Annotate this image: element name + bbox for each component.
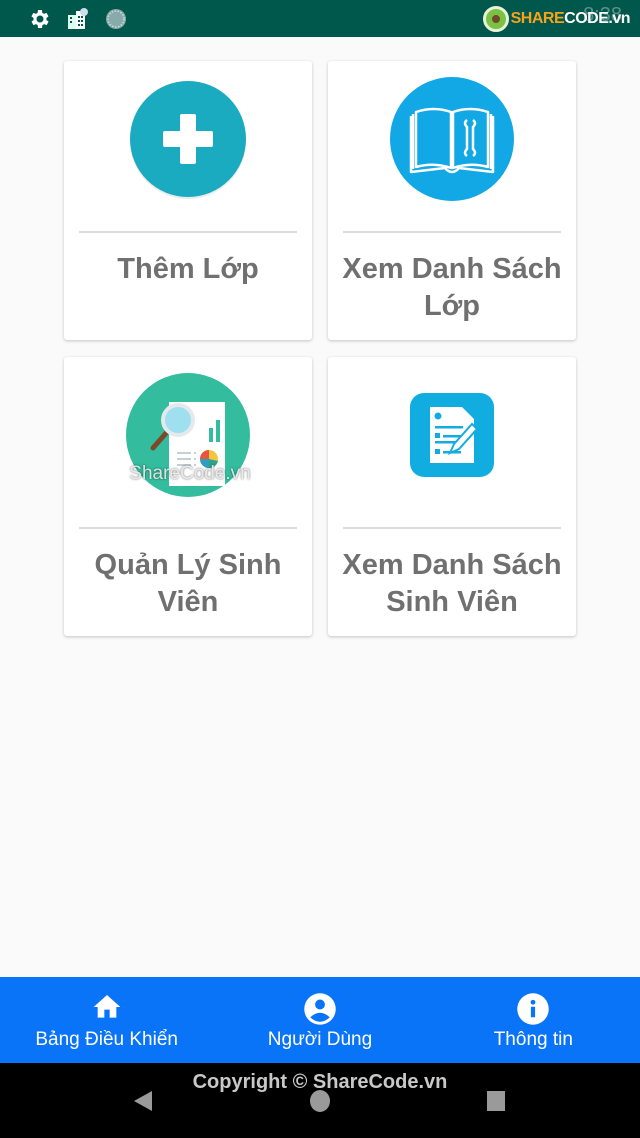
account-circle-icon — [304, 993, 336, 1025]
manage-students-card[interactable]: Quản Lý Sinh Viên — [64, 357, 312, 636]
card-divider — [79, 527, 297, 529]
system-navigation-bar: Copyright © ShareCode.vn — [0, 1063, 640, 1138]
home-icon — [93, 995, 120, 1018]
sharecode-logo: SHARECODE.vn — [482, 6, 630, 32]
card-label: Xem Danh Sách Lớp — [342, 253, 562, 322]
home-circle-icon[interactable] — [309, 1089, 331, 1113]
gear-icon — [31, 10, 49, 28]
recents-icon[interactable] — [486, 1089, 506, 1113]
card-label: Xem Danh Sách Sinh Viên — [342, 549, 562, 618]
logo-text-share: SHARE — [510, 10, 565, 27]
report-analysis-icon — [126, 373, 250, 497]
status-bar: 8:38 SHARECODE.vn — [0, 0, 640, 37]
nav-label: Thông tin — [493, 1029, 573, 1050]
info-icon — [517, 993, 550, 1025]
bottom-navigation: Bảng Điều Khiển Người Dùng Thông tin — [0, 977, 640, 1063]
nav-item-users[interactable]: Người Dùng — [213, 977, 426, 1063]
card-divider — [343, 231, 561, 233]
logo-text-vn: .vn — [608, 10, 630, 27]
back-icon[interactable] — [132, 1089, 154, 1113]
card-divider — [343, 527, 561, 529]
card-label: Thêm Lớp — [117, 253, 259, 285]
logo-text-code: CODE — [564, 10, 609, 27]
view-class-list-card[interactable]: Xem Danh Sách Lớp — [328, 61, 576, 340]
nav-item-dashboard[interactable]: Bảng Điều Khiển — [0, 977, 213, 1063]
card-divider — [79, 231, 297, 233]
view-student-list-card[interactable]: Xem Danh Sách Sinh Viên — [328, 357, 576, 636]
card-label: Quản Lý Sinh Viên — [94, 549, 282, 618]
building-notification-icon — [68, 8, 88, 29]
add-circle-icon — [130, 81, 246, 199]
nav-label: Bảng Điều Khiển — [35, 1029, 178, 1050]
sharecode-logo-icon — [482, 6, 509, 32]
edit-document-icon — [410, 393, 494, 477]
manual-book-icon — [390, 77, 514, 201]
add-class-card[interactable]: Thêm Lớp — [64, 61, 312, 340]
sync-circle-icon — [106, 9, 126, 29]
nav-item-info[interactable]: Thông tin — [427, 977, 640, 1063]
nav-label: Người Dùng — [267, 1029, 373, 1050]
